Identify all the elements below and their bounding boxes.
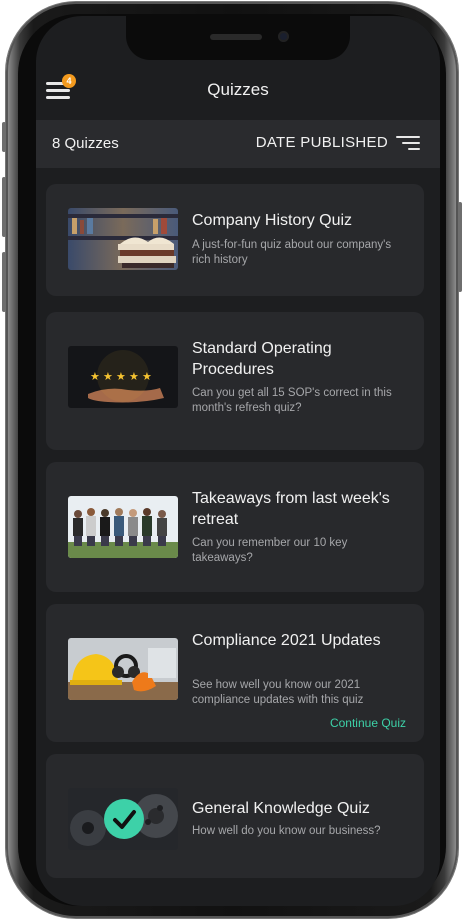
mute-switch: [2, 122, 6, 152]
five-stars-hand-photo: ★ ★ ★ ★ ★: [68, 346, 178, 408]
quiz-title: Takeaways from last week's retreat: [192, 490, 390, 528]
quiz-description: A just-for-fun quiz about our company's …: [192, 239, 392, 266]
books-photo: [68, 208, 178, 270]
continue-quiz-link[interactable]: Continue Quiz: [330, 716, 406, 730]
app-screen: 4 Quizzes 8 Quizzes DATE PUBLISHED Compa…: [36, 16, 440, 906]
quiz-description: See how well you know our 2021 complianc…: [192, 679, 364, 706]
quiz-title: Standard Operating Procedures: [192, 340, 332, 378]
group-photo: [68, 496, 178, 558]
sort-icon-line: [408, 148, 420, 150]
quiz-title: Company History Quiz: [192, 212, 353, 229]
quiz-description: Can you remember our 10 key takeaways?: [192, 537, 348, 564]
quiz-card-retreat[interactable]: Takeaways from last week's retreat Can y…: [46, 462, 424, 592]
quiz-card-sop[interactable]: ★ ★ ★ ★ ★ Standard Operating Procedures Can …: [46, 312, 424, 450]
page-title: Quizzes: [207, 80, 269, 99]
phone-notch: [126, 16, 350, 60]
speaker-grille: [210, 34, 262, 40]
safety-gear-photo: [68, 638, 178, 700]
quiz-title: Compliance 2021 Updates: [192, 632, 381, 649]
quiz-card-compliance[interactable]: Compliance 2021 Updates See how well you…: [46, 604, 424, 742]
quiz-card-company-history[interactable]: Company History Quiz A just-for-fun quiz…: [46, 184, 424, 296]
quiz-count: 8 Quizzes: [52, 135, 119, 152]
power-button: [458, 202, 462, 292]
sort-icon-line: [396, 136, 420, 138]
front-camera: [278, 31, 289, 42]
list-toolbar: 8 Quizzes DATE PUBLISHED: [36, 120, 440, 168]
quiz-title: General Knowledge Quiz: [192, 800, 370, 817]
phone-frame: 4 Quizzes 8 Quizzes DATE PUBLISHED Compa…: [2, 2, 462, 918]
sort-icon-line: [402, 142, 420, 144]
sort-button[interactable]: DATE PUBLISHED: [256, 134, 388, 151]
volume-up-button: [2, 177, 6, 237]
app-header: 4 Quizzes: [36, 60, 440, 120]
quiz-description: Can you get all 15 SOP's correct in this…: [192, 387, 392, 414]
quiz-description: How well do you know our business?: [192, 825, 381, 837]
gears-photo: [68, 788, 178, 850]
check-circle-icon: [104, 799, 144, 839]
volume-down-button: [2, 252, 6, 312]
sort-icon[interactable]: [396, 134, 420, 152]
quiz-card-general-knowledge[interactable]: General Knowledge Quiz How well do you k…: [46, 754, 424, 878]
